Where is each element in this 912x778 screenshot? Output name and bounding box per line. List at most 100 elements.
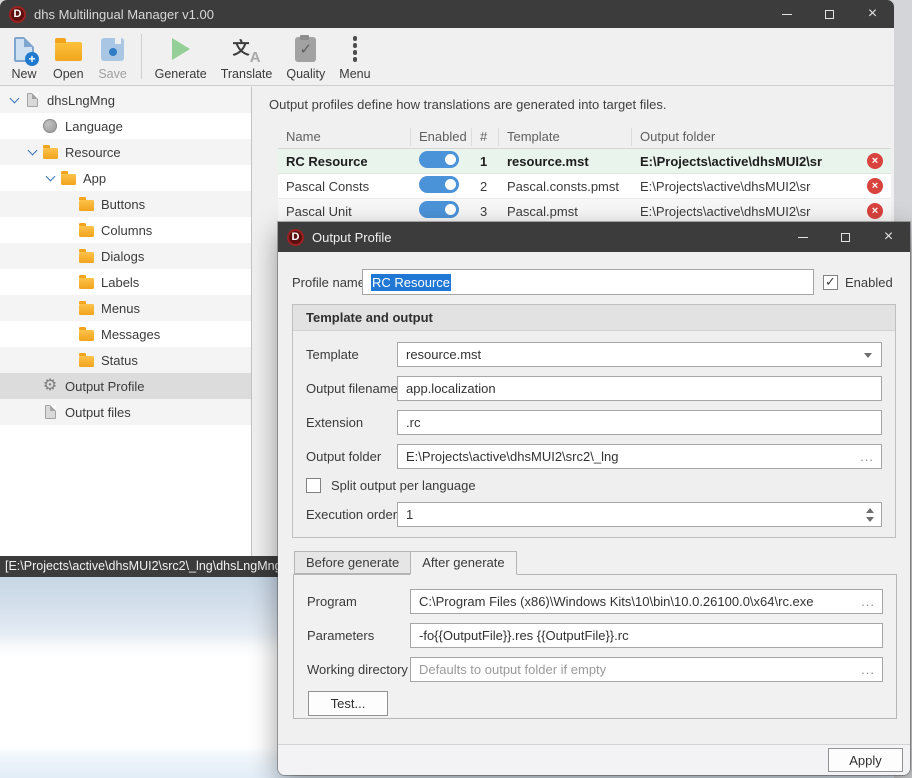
folder-icon	[77, 249, 95, 263]
profile-name-input[interactable]: RC Resource	[362, 269, 814, 295]
generate-button[interactable]: Generate	[148, 28, 214, 85]
column-header-template[interactable]: Template	[499, 128, 632, 146]
generate-play-icon	[172, 34, 190, 64]
table-header: Name Enabled # Template Output folder	[278, 125, 891, 149]
table-row[interactable]: Pascal Consts 2 Pascal.consts.pmst E:\Pr…	[278, 174, 891, 199]
folder-icon	[77, 275, 95, 289]
tree-item[interactable]: Dialogs	[0, 243, 251, 269]
enabled-checkbox[interactable]	[823, 275, 838, 290]
delete-icon[interactable]: ×	[867, 153, 883, 169]
dialog-maximize-button[interactable]	[824, 222, 867, 252]
minimize-button[interactable]	[765, 0, 808, 28]
maximize-icon	[825, 10, 834, 19]
document-icon	[23, 93, 41, 107]
tree-item[interactable]: App	[0, 165, 251, 191]
folder-icon	[59, 171, 77, 185]
save-floppy-icon	[101, 34, 124, 64]
tab-after-generate[interactable]: After generate	[410, 551, 516, 575]
main-titlebar: D dhs Multilingual Manager v1.00 ×	[0, 0, 894, 28]
template-value: resource.mst	[406, 347, 481, 362]
tree-item[interactable]: Labels	[0, 269, 251, 295]
tree-item[interactable]: Status	[0, 347, 251, 373]
selected-text: RC Resource	[371, 274, 451, 291]
template-and-output-group: Template and output Template resource.ms…	[292, 304, 896, 538]
tree-item[interactable]: Language	[0, 113, 251, 139]
browse-button[interactable]: ...	[861, 658, 875, 681]
close-button[interactable]: ×	[851, 0, 894, 28]
delete-icon[interactable]: ×	[867, 203, 883, 219]
close-icon: ×	[868, 6, 877, 22]
working-directory-input[interactable]: Defaults to output folder if empty ...	[410, 657, 883, 682]
enabled-toggle[interactable]	[419, 176, 459, 193]
dialog-minimize-button[interactable]	[781, 222, 824, 252]
tree-item[interactable]: Messages	[0, 321, 251, 347]
extension-input[interactable]	[397, 410, 882, 435]
quality-clipboard-icon	[295, 34, 316, 64]
output-filename-label: Output filename	[306, 381, 397, 396]
enabled-toggle[interactable]	[419, 151, 459, 168]
quality-button[interactable]: Quality	[279, 28, 332, 85]
spin-up-icon	[866, 508, 874, 513]
program-value: C:\Program Files (x86)\Windows Kits\10\b…	[419, 594, 860, 609]
table-row[interactable]: RC Resource 1 resource.mst E:\Projects\a…	[278, 149, 891, 174]
profile-name-label: Profile name	[292, 275, 362, 290]
tree-item[interactable]: Menus	[0, 295, 251, 321]
column-header-name[interactable]: Name	[278, 128, 411, 146]
tree-item[interactable]: Output Profile	[0, 373, 251, 399]
folder-icon	[77, 197, 95, 211]
program-input[interactable]: C:\Program Files (x86)\Windows Kits\10\b…	[410, 589, 883, 614]
chevron-down-icon[interactable]	[8, 95, 23, 105]
table-row[interactable]: Pascal Unit 3 Pascal.pmst E:\Projects\ac…	[278, 199, 891, 224]
tree-item[interactable]: Columns	[0, 217, 251, 243]
tree-item[interactable]: Resource	[0, 139, 251, 165]
browse-button[interactable]: ...	[861, 590, 875, 613]
output-profile-dialog: D Output Profile × Profile name RC Resou…	[278, 222, 910, 775]
column-header-enabled[interactable]: Enabled	[411, 128, 472, 146]
chevron-down-icon[interactable]	[44, 173, 59, 183]
delete-icon[interactable]: ×	[867, 178, 883, 194]
spinner-buttons[interactable]	[863, 505, 877, 524]
translate-button[interactable]: 文A Translate	[214, 28, 280, 85]
group-title: Template and output	[293, 305, 895, 331]
tab-before-generate[interactable]: Before generate	[294, 551, 411, 574]
template-label: Template	[306, 347, 397, 362]
parameters-input[interactable]	[410, 623, 883, 648]
tree-item[interactable]: Output files	[0, 399, 251, 425]
output-folder-input[interactable]: E:\Projects\active\dhsMUI2\src2\_lng ...	[397, 444, 882, 469]
tree-item[interactable]: dhsLngMng	[0, 87, 251, 113]
dialog-logo-icon: D	[287, 229, 304, 246]
menu-button[interactable]: Menu	[332, 28, 377, 85]
extension-label: Extension	[306, 415, 397, 430]
output-filename-input[interactable]	[397, 376, 882, 401]
maximize-icon	[841, 233, 850, 242]
profiles-description: Output profiles define how translations …	[269, 97, 894, 112]
app-logo-icon: D	[9, 6, 26, 23]
browse-button[interactable]: ...	[860, 445, 874, 468]
chevron-down-icon[interactable]	[26, 147, 41, 157]
open-button[interactable]: Open	[46, 28, 91, 85]
test-button[interactable]: Test...	[308, 691, 388, 716]
column-header-output-folder[interactable]: Output folder	[632, 128, 891, 146]
save-button[interactable]: Save	[91, 28, 135, 85]
new-button[interactable]: New	[2, 28, 46, 85]
execution-order-stepper[interactable]: 1	[397, 502, 882, 527]
column-header-order[interactable]: #	[472, 128, 499, 146]
dialog-footer: Apply	[278, 744, 910, 775]
enabled-toggle[interactable]	[419, 201, 459, 218]
dialog-close-button[interactable]: ×	[867, 222, 910, 252]
template-select[interactable]: resource.mst	[397, 342, 882, 367]
folder-icon	[77, 301, 95, 315]
apply-button[interactable]: Apply	[828, 748, 903, 772]
globe-icon	[41, 119, 59, 133]
dialog-titlebar: D Output Profile ×	[278, 222, 910, 252]
menu-dots-icon	[353, 34, 358, 64]
tree-item[interactable]: Buttons	[0, 191, 251, 217]
new-document-icon	[14, 34, 34, 64]
working-directory-label: Working directory	[307, 662, 410, 677]
enabled-checkbox-label: Enabled	[845, 275, 893, 290]
table-body: RC Resource 1 resource.mst E:\Projects\a…	[278, 149, 891, 224]
program-label: Program	[307, 594, 410, 609]
split-output-checkbox[interactable]	[306, 478, 321, 493]
maximize-button[interactable]	[808, 0, 851, 28]
spin-down-icon	[866, 517, 874, 522]
